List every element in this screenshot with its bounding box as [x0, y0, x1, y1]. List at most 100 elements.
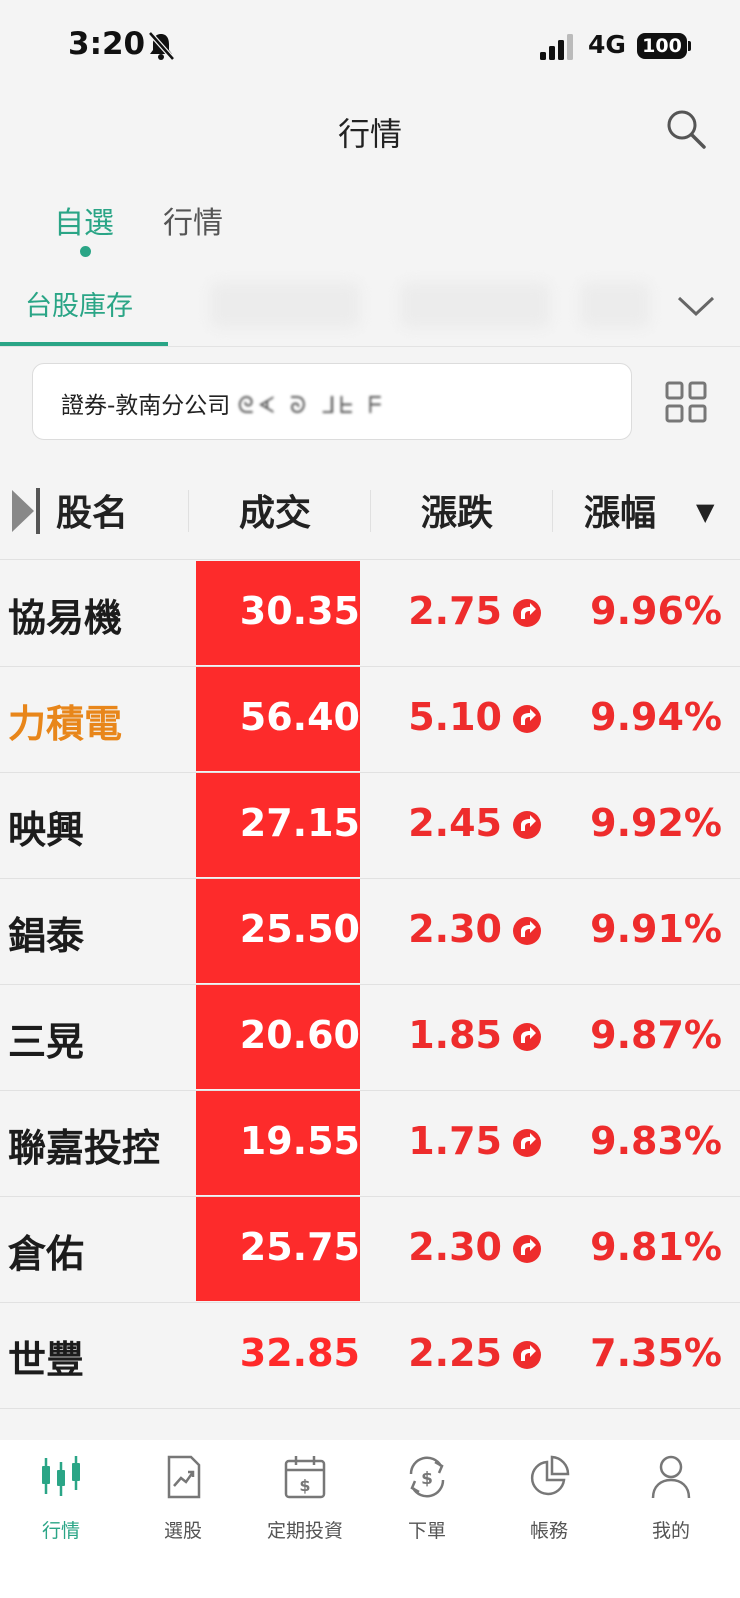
nav-profile[interactable]: 我的 — [616, 1454, 726, 1564]
stock-pct: 9.83% — [590, 1119, 722, 1163]
stock-price: 32.85 — [239, 1331, 360, 1375]
stock-pct: 9.81% — [590, 1225, 722, 1269]
tab-watchlist[interactable]: 自選 — [54, 198, 114, 242]
header-price[interactable]: 成交 — [239, 484, 311, 536]
nav-label: 下單 — [407, 1520, 446, 1542]
chevron-down-icon[interactable] — [676, 290, 716, 320]
stock-price: 20.60 — [239, 1013, 360, 1057]
price-cell-limit-up: 25.75 — [196, 1197, 360, 1301]
stock-change: 2.25 — [408, 1331, 502, 1375]
nav-label: 帳務 — [529, 1520, 568, 1542]
order-icon: $ — [409, 1456, 445, 1498]
status-bar: 3:20 4G 100 — [0, 0, 740, 95]
collapse-toggle-icon[interactable] — [10, 486, 42, 536]
stock-name: 三晃 — [8, 1020, 85, 1064]
stock-name: 映興 — [8, 808, 85, 852]
profile-icon — [651, 1455, 691, 1499]
tab-masked-3[interactable] — [580, 282, 650, 328]
page-title: 行情 — [337, 115, 402, 153]
price-cell-limit-up: 20.60 — [196, 985, 360, 1089]
svg-text:$: $ — [421, 1469, 433, 1489]
nav-order[interactable]: $ 下單 — [372, 1454, 482, 1564]
stock-pct: 9.87% — [590, 1013, 722, 1057]
account-label: 證券-敦南分公司 ᘓᗉ ᘐ ᒧᖶ ᖴ — [61, 386, 386, 420]
nav-regular-invest[interactable]: $ 定期投資 — [250, 1454, 360, 1564]
header-pct[interactable]: 漲幅 — [584, 484, 656, 536]
price-cell-limit-up: 56.40 — [196, 667, 360, 771]
svg-text:$: $ — [299, 1476, 310, 1495]
top-header: 行情 — [0, 95, 740, 175]
search-icon[interactable] — [664, 107, 708, 151]
account-branch: 證券-敦南分公司 — [61, 393, 231, 419]
stock-change: 1.85 — [408, 1013, 502, 1057]
stock-price: 19.55 — [239, 1119, 360, 1163]
price-cell: 32.85 — [196, 1303, 360, 1407]
stock-pct: 7.35% — [590, 1331, 722, 1375]
primary-tabs: 自選 行情 — [0, 190, 740, 265]
stock-price: 25.75 — [239, 1225, 360, 1269]
stock-change: 1.75 — [408, 1119, 502, 1163]
header-change[interactable]: 漲跌 — [421, 484, 493, 536]
pie-chart-icon — [530, 1455, 570, 1496]
calendar-invest-icon: $ — [284, 1456, 326, 1499]
table-row[interactable]: 世豐 32.85 2.25 7.35% — [0, 1303, 740, 1409]
account-selector[interactable]: 證券-敦南分公司 ᘓᗉ ᘐ ᒧᖶ ᖴ — [32, 363, 632, 440]
secondary-tabs: 台股庫存 — [0, 272, 740, 347]
header-divider — [552, 490, 553, 532]
table-header: 股名 成交 漲跌 漲幅 ▼ — [0, 460, 740, 560]
price-cell-limit-up: 19.55 — [196, 1091, 360, 1195]
nav-market[interactable]: 行情 — [6, 1454, 116, 1564]
nav-label: 選股 — [163, 1520, 202, 1542]
table-row[interactable]: 倉佑 25.75 2.30 9.81% — [0, 1197, 740, 1303]
table-row[interactable]: 協易機 30.35 2.75 9.96% — [0, 561, 740, 667]
account-number-masked: ᘓᗉ ᘐ ᒧᖶ ᖴ — [237, 393, 386, 419]
stock-name: 力積電 — [8, 702, 123, 746]
nav-account[interactable]: 帳務 — [494, 1454, 604, 1564]
table-row[interactable]: 錩泰 25.50 2.30 9.91% — [0, 879, 740, 985]
tab-underline — [0, 342, 168, 346]
up-arrow-icon — [513, 1341, 541, 1369]
header-name[interactable]: 股名 — [56, 484, 128, 536]
tab-tw-inventory[interactable]: 台股庫存 — [25, 284, 133, 323]
stock-list: 協易機 30.35 2.75 9.96% 力積電 56.40 5.10 9.94… — [0, 561, 740, 1409]
stock-picker-icon — [167, 1455, 201, 1499]
stock-change: 2.30 — [408, 1225, 502, 1269]
header-divider — [188, 490, 189, 532]
cellular-signal-icon — [540, 34, 573, 60]
status-time: 3:20 — [68, 26, 146, 62]
active-tab-dot — [80, 246, 91, 257]
nav-stock-picker[interactable]: 選股 — [128, 1454, 238, 1564]
tab-masked-1[interactable] — [210, 282, 360, 328]
up-arrow-icon — [513, 705, 541, 733]
price-cell-limit-up: 25.50 — [196, 879, 360, 983]
table-row[interactable]: 力積電 56.40 5.10 9.94% — [0, 667, 740, 773]
stock-change: 2.75 — [408, 589, 502, 633]
tab-market[interactable]: 行情 — [163, 198, 223, 242]
bottom-nav: 行情 選股 $ 定期投資 $ 下單 帳務 我的 — [0, 1440, 740, 1598]
price-cell-limit-up: 30.35 — [196, 561, 360, 665]
price-cell-limit-up: 27.15 — [196, 773, 360, 877]
grid-view-icon[interactable] — [664, 380, 708, 424]
up-arrow-icon — [513, 599, 541, 627]
stock-pct: 9.94% — [590, 695, 722, 739]
stock-change: 2.45 — [408, 801, 502, 845]
stock-price: 27.15 — [239, 801, 360, 845]
up-arrow-icon — [513, 811, 541, 839]
stock-price: 25.50 — [239, 907, 360, 951]
sort-desc-icon[interactable]: ▼ — [696, 498, 714, 526]
stock-change: 2.30 — [408, 907, 502, 951]
network-type: 4G — [588, 30, 626, 59]
up-arrow-icon — [513, 1129, 541, 1157]
table-row[interactable]: 映興 27.15 2.45 9.92% — [0, 773, 740, 879]
battery-tip — [688, 41, 691, 51]
stock-name: 倉佑 — [8, 1232, 85, 1276]
stock-pct: 9.92% — [590, 801, 722, 845]
tab-masked-2[interactable] — [400, 282, 550, 328]
stock-price: 30.35 — [239, 589, 360, 633]
stock-price: 56.40 — [239, 695, 360, 739]
table-row[interactable]: 三晃 20.60 1.85 9.87% — [0, 985, 740, 1091]
stock-change: 5.10 — [408, 695, 502, 739]
table-row[interactable]: 聯嘉投控 19.55 1.75 9.83% — [0, 1091, 740, 1197]
up-arrow-icon — [513, 1235, 541, 1263]
candlestick-icon — [42, 1456, 80, 1496]
